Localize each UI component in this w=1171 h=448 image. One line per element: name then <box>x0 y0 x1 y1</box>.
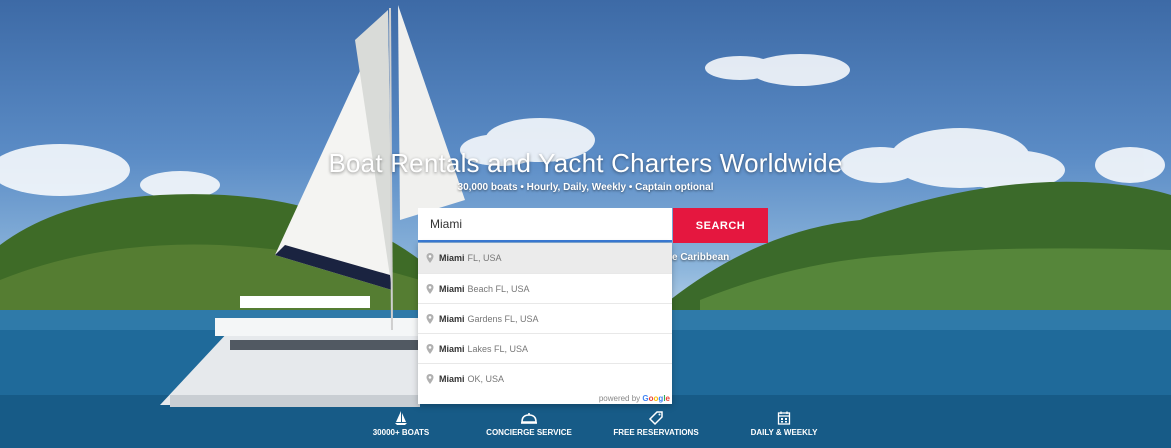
feature-label: 30000+ BOATS <box>372 428 430 437</box>
tag-icon <box>648 411 663 426</box>
sailboat-icon <box>395 411 407 425</box>
page-subtitle: 30,000 boats • Hourly, Daily, Weekly • C… <box>457 182 714 193</box>
feature-daily-weekly: DAILY & WEEKLY <box>746 410 822 437</box>
feature-label: FREE RESERVATIONS <box>613 428 699 437</box>
search-button[interactable]: SEARCH <box>673 208 768 243</box>
location-pin-icon <box>426 313 434 324</box>
suggestion-item[interactable]: Miami OK, USA <box>418 363 672 393</box>
suggestion-main-text: Miami <box>439 253 465 263</box>
calendar-icon <box>777 411 791 425</box>
suggestion-secondary-text: Lakes FL, USA <box>467 343 529 354</box>
concierge-bell-icon <box>521 413 537 424</box>
feature-concierge: CONCIERGE SERVICE <box>484 410 574 437</box>
location-pin-icon <box>426 283 434 294</box>
suggestion-main-text: Miami <box>439 313 465 324</box>
suggestion-item[interactable]: Miami Gardens FL, USA <box>418 303 672 333</box>
suggestion-main-text: Miami <box>439 343 465 354</box>
suggestion-secondary-text: Beach FL, USA <box>467 283 530 294</box>
page-title: Boat Rentals and Yacht Charters Worldwid… <box>328 148 843 178</box>
google-logo: Google <box>642 394 670 403</box>
suggestion-main-text: Miami <box>439 283 465 294</box>
search-input[interactable] <box>418 208 672 242</box>
suggestion-item[interactable]: Miami Beach FL, USA <box>418 273 672 303</box>
suggestion-secondary-text: FL, USA <box>467 253 502 263</box>
powered-by-prefix: powered by <box>598 394 641 403</box>
feature-label: DAILY & WEEKLY <box>750 428 818 437</box>
suggestion-secondary-text: Gardens FL, USA <box>467 313 539 324</box>
suggestion-item[interactable]: Miami FL, USA <box>418 243 672 273</box>
feature-boats: 30000+ BOATS <box>366 410 436 437</box>
autocomplete-dropdown: Miami FL, USA Miami Beach FL, USA Miami … <box>418 243 672 404</box>
suggestion-main-text: Miami <box>439 373 465 384</box>
feature-reservations: FREE RESERVATIONS <box>611 410 701 437</box>
feature-label: CONCIERGE SERVICE <box>486 428 572 437</box>
powered-by-attribution: powered by Google <box>599 394 670 403</box>
obscured-tagline-text: e Caribbean <box>672 252 730 263</box>
suggestion-secondary-text: OK, USA <box>467 373 505 384</box>
location-pin-icon <box>426 343 434 354</box>
suggestion-item[interactable]: Miami Lakes FL, USA <box>418 333 672 363</box>
location-pin-icon <box>426 253 434 263</box>
location-pin-icon <box>426 373 434 384</box>
